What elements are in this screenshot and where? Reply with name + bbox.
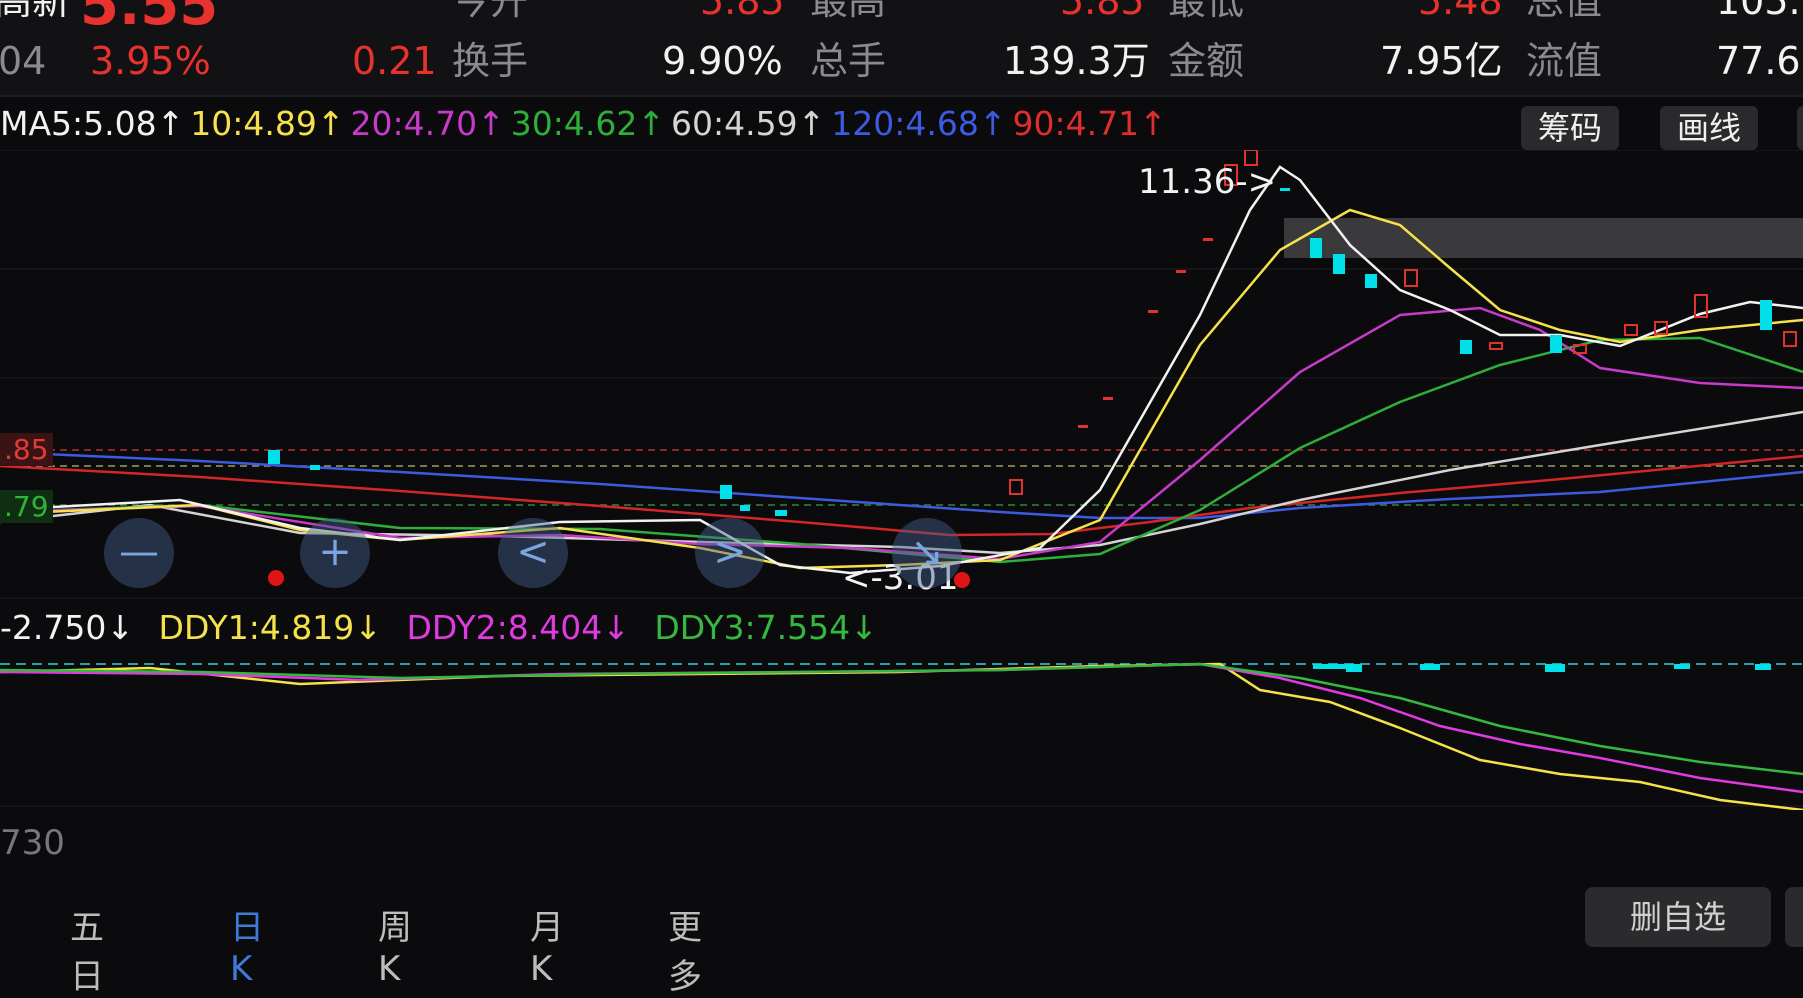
ddy2-item: DDY2:8.404↓ [406,608,630,647]
remove-watchlist-button[interactable]: 删自选 [1585,887,1771,947]
ma120-item: 120:4.68↑ [831,104,1007,143]
float-value-value: 77.69 [1716,39,1803,83]
current-price: 5.55 [80,0,219,38]
signal-dot [268,570,284,586]
ddy3-item: DDY3:7.554↓ [654,608,878,647]
ddy-value: -2.750↓ [0,608,135,647]
change-percent: 3.95% [90,39,211,83]
ddy1-item: DDY1:4.819↓ [158,608,382,647]
extra-action-button[interactable] [1785,887,1803,947]
ma90-item: 90:4.71↑ [1012,104,1167,143]
tab-five-day[interactable]: 五日 [70,900,104,998]
chips-button[interactable]: 筹码 [1521,106,1619,150]
float-value-label: 流值 [1526,39,1603,83]
high-annotation: 11.36-> [1138,162,1277,202]
amount-label: 金额 [1168,39,1245,83]
low-label: 最低 [1168,0,1245,23]
ma5-item: MA5:5.08↑ [0,104,185,143]
more-button[interactable] [1797,106,1803,150]
volume-axis-label: 730 [0,823,65,863]
pan-right-button[interactable]: > [695,518,765,588]
header-divider [0,95,1803,97]
tab-week-k[interactable]: 周K [378,900,412,989]
ma30-item: 30:4.62↑ [510,104,666,143]
high-label: 最高 [810,0,887,23]
change-code: 04 [0,39,47,83]
zoom-out-button[interactable]: — [104,518,174,588]
ma-legend: MA5:5.08↑ 10:4.89↑ 20:4.70↑ 30:4.62↑ 60:… [0,104,1173,148]
tab-month-k[interactable]: 月K [530,900,564,989]
turnover-value: 9.90% [662,39,783,83]
change-amount: 0.21 [352,39,437,83]
ddy-bars [1313,664,1771,672]
draw-line-button[interactable]: 画线 [1660,106,1758,150]
candles [0,150,1797,516]
low-value: 5.48 [1418,0,1503,23]
volume-value: 139.3万 [1003,39,1150,83]
amount-value: 7.95亿 [1380,39,1503,83]
total-value-label: 总值 [1526,0,1603,23]
open-value: 5.85 [700,0,785,23]
stock-name: 高新 [0,0,71,23]
open-label: 今开 [452,0,529,23]
volume-label: 总手 [810,39,887,83]
quote-header: 高新 5.55 04 3.95% 0.21 今开 5.85 最高 5.85 最低… [0,0,1803,95]
ddy-legend: -2.750↓ DDY1:4.819↓ DDY2:8.404↓ DDY3:7.5… [0,608,892,647]
jump-latest-button[interactable]: ↘ [892,518,962,588]
high-value: 5.85 [1060,0,1145,23]
zoom-in-button[interactable]: + [300,518,370,588]
ddy1-line [0,662,1803,810]
ddy-chart[interactable] [0,650,1803,810]
price-tag-high: .85 [0,433,53,466]
ddy2-line [0,662,1803,794]
ma60-item: 60:4.59↑ [671,104,826,143]
pan-left-button[interactable]: < [498,518,568,588]
highlight-box [1284,218,1803,258]
tab-more[interactable]: 更多 [668,900,702,998]
total-value-value: 105. [1716,0,1801,23]
ma10-item: 10:4.89↑ [190,104,345,143]
price-tag-low: .79 [0,490,53,523]
tab-day-k[interactable]: 日K [230,900,264,989]
ma20-item: 20:4.70↑ [350,104,505,143]
turnover-label: 换手 [452,39,529,83]
